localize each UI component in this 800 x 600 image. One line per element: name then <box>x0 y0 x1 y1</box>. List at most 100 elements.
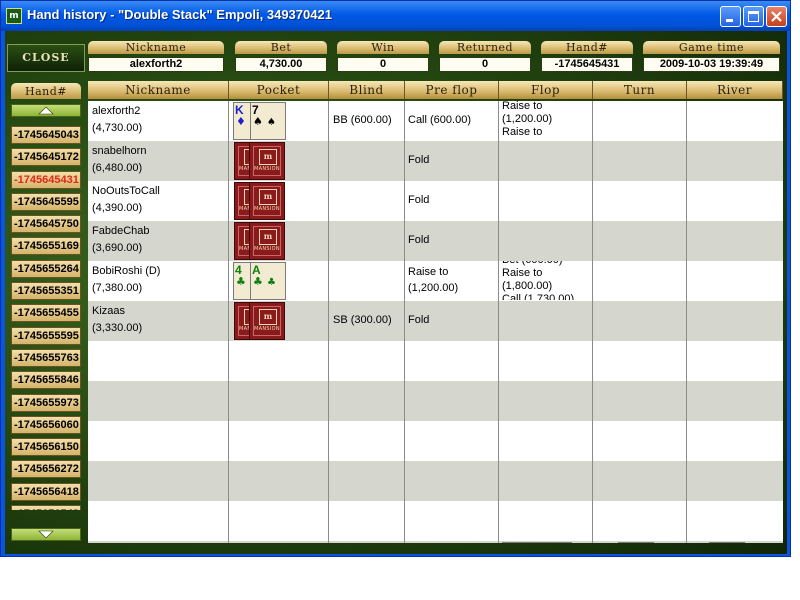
summary-hand-value: -1745645431 <box>541 57 633 72</box>
hand-list-item[interactable]: -1745655455 <box>11 304 81 323</box>
player-name[interactable]: snabelhorn <box>92 143 146 159</box>
close-icon <box>771 11 782 22</box>
card-suit-icon: ♦ <box>236 115 246 128</box>
minimize-button[interactable] <box>720 6 741 27</box>
preflop-action: Fold <box>408 154 430 166</box>
player-row <box>88 181 783 221</box>
summary-bet-value: 4,730.00 <box>235 57 327 72</box>
hand-list-item[interactable]: -1745655169 <box>11 237 81 256</box>
board-row <box>88 541 783 543</box>
empty-row <box>88 381 783 421</box>
flop-card: 7♦♦ <box>536 542 572 543</box>
hand-list: -1745645043 -1745645172 -1745645431 -174564… <box>11 126 81 510</box>
hand-list-header: Hand# <box>11 83 81 99</box>
player-name[interactable]: FabdeChab <box>92 223 150 239</box>
player-stack: (6,480.00) <box>92 162 143 174</box>
player-row <box>88 141 783 181</box>
maximize-button[interactable] <box>743 6 764 27</box>
card-back: mMANSION <box>249 222 285 260</box>
hand-list-item[interactable]: -1745645595 <box>11 192 81 211</box>
hand-list-item[interactable]: -1745656418 <box>11 482 81 501</box>
pocket-card: 7 ♠ ♠ <box>250 102 286 140</box>
hand-list-item[interactable]: -1745656542 <box>11 505 81 510</box>
card-back-brand: MANSION <box>254 246 280 252</box>
column-header-pocket[interactable]: Pocket <box>229 81 329 99</box>
close-button[interactable]: CLOSE <box>7 44 85 72</box>
empty-row <box>88 501 783 541</box>
hand-list-item[interactable]: -1745645750 <box>11 215 81 234</box>
column-divider <box>328 101 329 543</box>
preflop-action: (1,200.00) <box>408 282 459 294</box>
card-suit-icon: ♣ <box>253 275 263 288</box>
maximize-icon <box>748 11 759 22</box>
summary-header-nickname: Nickname <box>88 41 224 54</box>
flop-action: Call (1,730.00) <box>502 293 575 300</box>
player-name[interactable]: BobiRoshi (D) <box>92 263 160 279</box>
summary-header-bet: Bet <box>235 41 327 54</box>
player-stack: (3,690.00) <box>92 242 143 254</box>
flop-action-cell: Bet (600.00)Raise to(1,800.00)Call (1,73… <box>501 261 591 300</box>
column-divider <box>592 101 593 543</box>
column-header-pre-flop[interactable]: Pre flop <box>405 81 499 99</box>
hand-list-item[interactable]: -1745656272 <box>11 460 81 479</box>
summary-win-value: 0 <box>337 57 429 72</box>
hand-list-item[interactable]: -1745645431 <box>11 170 81 189</box>
card-suit-icon: ♠ <box>253 115 263 128</box>
arrow-down-icon <box>38 530 54 539</box>
hand-history-window: m Hand history - "Double Stack" Empoli, … <box>0 0 791 557</box>
hand-list-scroll-down-button[interactable] <box>11 528 81 541</box>
preflop-action: Raise to <box>408 266 449 278</box>
hand-list-item[interactable]: -1745655264 <box>11 259 81 278</box>
column-divider <box>686 101 687 543</box>
empty-row <box>88 341 783 381</box>
summary-nickname-value: alexforth2 <box>88 57 224 72</box>
summary-header-win: Win <box>337 41 429 54</box>
pocket-card: A ♣ ♣ <box>250 262 286 300</box>
card-pip-icon: ♣ <box>267 277 276 288</box>
column-header-nickname[interactable]: Nickname <box>88 81 229 99</box>
player-name[interactable]: alexforth2 <box>92 103 140 119</box>
card-back: mMANSION <box>249 302 285 340</box>
hand-list-item[interactable]: -1745655763 <box>11 348 81 367</box>
column-divider <box>228 101 229 543</box>
action-grid: alexforth2(4,730.00)K♦♦7♠♠BB (600.00)Cal… <box>88 101 783 543</box>
column-header-blind[interactable]: Blind <box>329 81 405 99</box>
summary-header-returned: Returned <box>439 41 531 54</box>
player-stack: (4,730.00) <box>92 122 143 134</box>
hand-list-item[interactable]: -1745655846 <box>11 371 81 390</box>
column-header-turn[interactable]: Turn <box>593 81 687 99</box>
hand-list-item[interactable]: -1745645172 <box>11 148 81 167</box>
hand-list-item[interactable]: -1745656150 <box>11 438 81 457</box>
player-row <box>88 301 783 341</box>
hand-list-item[interactable]: -1745656060 <box>11 415 81 434</box>
hand-list-item[interactable]: -1745655351 <box>11 282 81 301</box>
hand-list-item[interactable]: -1745655973 <box>11 393 81 412</box>
blind-value: BB (600.00) <box>333 114 392 126</box>
column-divider <box>404 101 405 543</box>
close-window-button[interactable] <box>766 6 787 27</box>
river-card: A♦♦ <box>709 542 745 543</box>
minimize-icon <box>726 19 733 22</box>
preflop-action: Fold <box>408 194 430 206</box>
summary-returned-value: 0 <box>439 57 531 72</box>
hand-list-item[interactable]: -1745645043 <box>11 126 81 144</box>
title-bar[interactable]: m Hand history - "Double Stack" Empoli, … <box>1 1 790 31</box>
player-stack: (3,330.00) <box>92 322 143 334</box>
player-stack: (4,390.00) <box>92 202 143 214</box>
empty-row <box>88 461 783 501</box>
preflop-action: Call (600.00) <box>408 114 471 126</box>
player-row <box>88 221 783 261</box>
mansion-logo-icon: m <box>259 229 277 245</box>
app-icon: m <box>6 8 22 24</box>
hand-list-item[interactable]: -1745655595 <box>11 326 81 345</box>
flop-action: Raise to <box>502 126 543 138</box>
empty-row <box>88 421 783 461</box>
mansion-logo-icon: m <box>259 189 277 205</box>
column-header-river[interactable]: River <box>687 81 783 99</box>
card-suit-icon: ♣ <box>236 275 246 288</box>
player-name[interactable]: Kizaas <box>92 303 125 319</box>
player-name[interactable]: NoOutsToCall <box>92 183 160 199</box>
hand-list-scroll-up-button[interactable] <box>11 104 81 117</box>
column-header-flop[interactable]: Flop <box>499 81 593 99</box>
column-divider <box>498 101 499 543</box>
